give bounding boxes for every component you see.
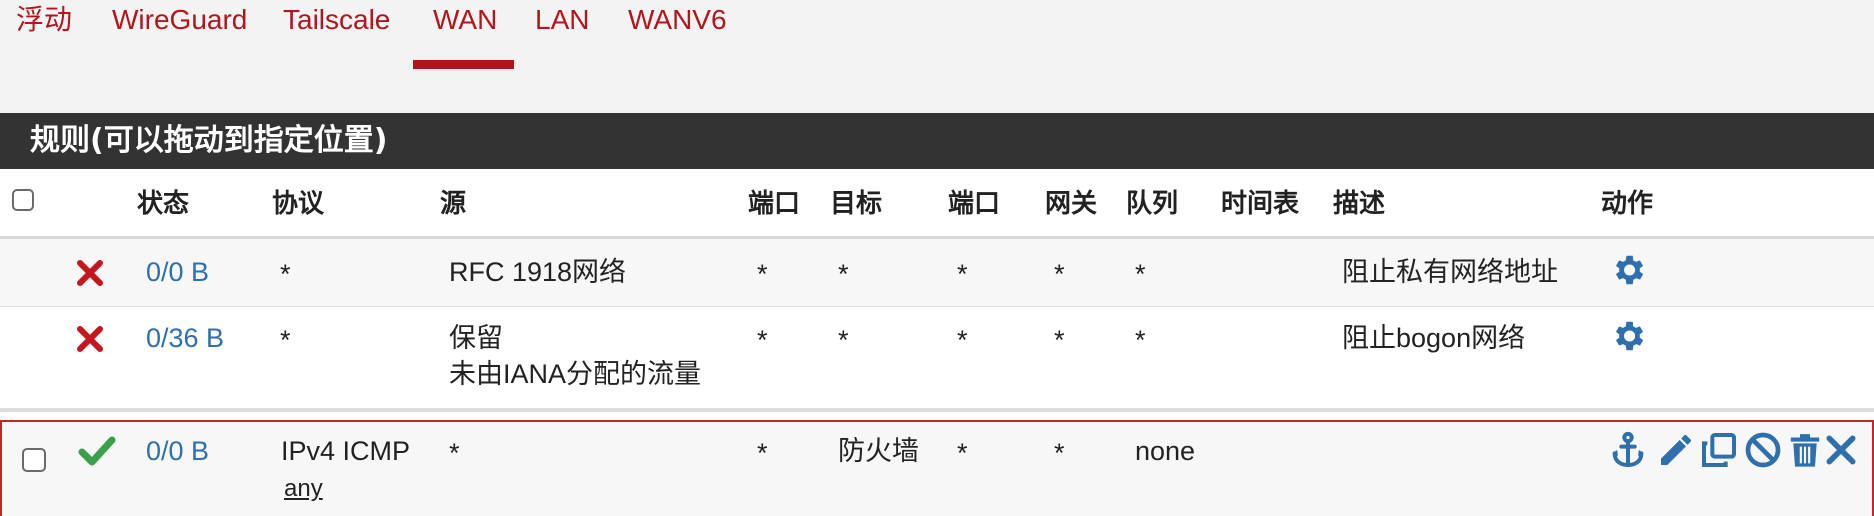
protocol-value: *	[280, 325, 291, 355]
column-header-schedule: 时间表	[1221, 189, 1300, 219]
states-link[interactable]: 0/36 B	[146, 321, 224, 355]
column-header-dest-port: 端口	[948, 189, 1001, 219]
dest-port-value: *	[957, 438, 968, 468]
destination-value: *	[838, 259, 849, 289]
column-header-destination: 目标	[830, 189, 883, 219]
select-all-checkbox[interactable]	[12, 189, 34, 211]
interface-tabs: 浮动 WireGuard Tailscale WAN LAN WANV6	[0, 0, 1874, 74]
tab-wanv6[interactable]: WANV6	[628, 0, 727, 40]
panel-title: 规则(可以拖动到指定位置)	[0, 113, 1874, 169]
disable-icon[interactable]	[1743, 430, 1783, 470]
description-value: 阻止bogon网络	[1342, 323, 1526, 353]
rule-select-checkbox[interactable]	[22, 448, 46, 472]
gateway-value: *	[1054, 325, 1065, 355]
tab-floating[interactable]: 浮动	[16, 0, 72, 40]
column-header-source: 源	[440, 189, 467, 219]
table-row[interactable]: 0/0 B * RFC 1918网络 * * * * * 阻止私有网络地址	[0, 239, 1874, 307]
trash-icon[interactable]	[1785, 430, 1825, 470]
gear-icon[interactable]	[1609, 251, 1647, 289]
states-link[interactable]: 0/0 B	[146, 255, 209, 289]
copy-icon[interactable]	[1699, 430, 1739, 470]
column-header-gateway: 网关	[1045, 189, 1098, 219]
gear-icon[interactable]	[1609, 317, 1647, 355]
table-row[interactable]: 0/0 B IPv4 ICMP any * * 防火墙 * * none	[0, 420, 1874, 516]
queue-value: *	[1135, 325, 1146, 355]
icmp-type-link[interactable]: any	[284, 472, 323, 506]
dest-port-value: *	[957, 259, 968, 289]
pencil-icon[interactable]	[1656, 430, 1696, 470]
description-value: 阻止私有网络地址	[1342, 257, 1558, 287]
source-port-value: *	[757, 325, 768, 355]
anchor-icon[interactable]	[1608, 430, 1648, 470]
delete-x-icon[interactable]	[1821, 430, 1861, 470]
table-row[interactable]: 0/36 B * 保留 未由IANA分配的流量 * * * * * 阻止bogo…	[0, 307, 1874, 412]
table-header-row: 状态 协议 源 端口 目标 端口 网关 队列 时间表 描述 动作	[0, 169, 1874, 239]
destination-value: *	[838, 325, 849, 355]
column-header-actions: 动作	[1601, 189, 1654, 219]
gateway-value: *	[1054, 438, 1065, 468]
column-header-status: 状态	[137, 189, 190, 219]
tab-lan[interactable]: LAN	[535, 0, 589, 40]
protocol-value: IPv4 ICMP	[281, 436, 411, 466]
column-header-protocol: 协议	[272, 189, 325, 219]
tab-wan[interactable]: WAN	[433, 0, 497, 40]
dest-port-value: *	[957, 325, 968, 355]
source-alias-name: 保留	[449, 323, 503, 353]
tab-wireguard[interactable]: WireGuard	[112, 0, 247, 40]
tab-tailscale[interactable]: Tailscale	[283, 0, 390, 40]
destination-value: 防火墙	[838, 436, 919, 466]
block-x-icon	[76, 325, 104, 353]
column-header-queue: 队列	[1126, 189, 1179, 219]
gateway-value: *	[1054, 259, 1065, 289]
queue-value: *	[1135, 259, 1146, 289]
block-x-icon	[76, 259, 104, 287]
source-port-value: *	[757, 259, 768, 289]
column-header-source-port: 端口	[748, 189, 801, 219]
states-link[interactable]: 0/0 B	[146, 434, 209, 468]
pass-check-icon	[78, 436, 116, 466]
source-port-value: *	[757, 438, 768, 468]
protocol-value: *	[280, 259, 291, 289]
source-value: *	[449, 438, 460, 468]
column-header-description: 描述	[1333, 189, 1386, 219]
source-alias-description: 未由IANA分配的流量	[449, 359, 702, 389]
queue-value: none	[1135, 436, 1196, 466]
active-tab-indicator	[413, 60, 514, 69]
source-value: RFC 1918网络	[449, 257, 627, 287]
rules-table: 状态 协议 源 端口 目标 端口 网关 队列 时间表 描述 动作 0/0 B *…	[0, 169, 1874, 516]
